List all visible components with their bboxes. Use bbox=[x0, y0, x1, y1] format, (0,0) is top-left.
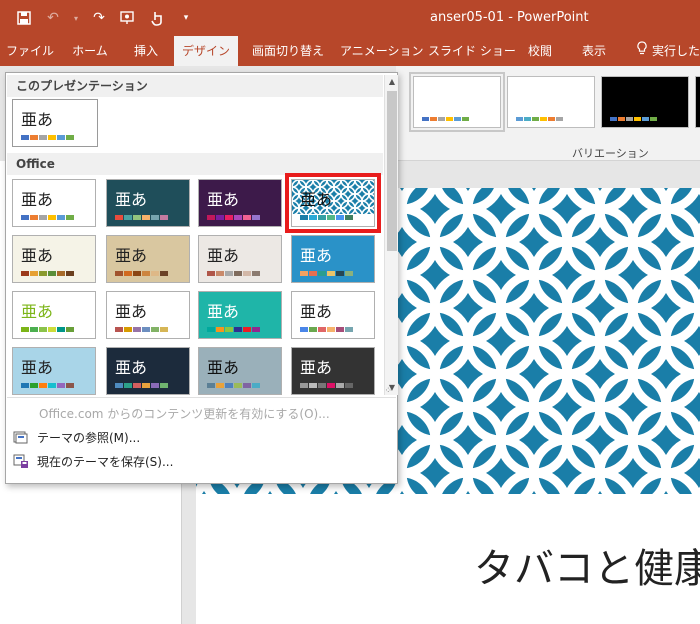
theme-dark-teal[interactable]: 亜あ bbox=[106, 179, 190, 227]
theme-circles-blue[interactable]: 亜あ bbox=[285, 173, 381, 233]
variations-group-label: バリエーション bbox=[572, 147, 649, 160]
theme-ion-blue[interactable]: 亜あ bbox=[291, 235, 375, 283]
browse-themes-item[interactable]: テーマの参照(M)... bbox=[13, 426, 140, 448]
theme-sample-text: 亜あ bbox=[115, 246, 148, 265]
ribbon-body: バリエーション bbox=[396, 66, 700, 161]
theme-sample-text: 亜あ bbox=[21, 358, 54, 377]
variation-thumb-1[interactable] bbox=[409, 72, 505, 132]
theme-slice[interactable]: 亜あ bbox=[291, 291, 375, 339]
quick-access-toolbar: ↶ ▾ ↷ ▾ bbox=[14, 9, 196, 27]
tab-insert[interactable]: 挿入 bbox=[124, 36, 168, 66]
present-icon[interactable] bbox=[118, 9, 138, 27]
scroll-up-icon[interactable]: ▲ bbox=[385, 75, 399, 89]
theme-purple[interactable]: 亜あ bbox=[198, 179, 282, 227]
theme-paper[interactable]: 亜あ bbox=[198, 235, 282, 283]
save-icon[interactable] bbox=[14, 9, 34, 27]
undo-icon[interactable]: ↶ bbox=[43, 9, 63, 27]
tab-home[interactable]: ホーム bbox=[64, 36, 116, 66]
theme-teal-band[interactable]: 亜あ bbox=[198, 291, 282, 339]
variation-thumb-3[interactable] bbox=[601, 76, 689, 128]
variation-thumb-4[interactable] bbox=[695, 76, 700, 128]
scroll-thumb[interactable] bbox=[387, 91, 397, 251]
theme-current[interactable]: 亜あ bbox=[12, 99, 98, 147]
theme-sample-text: 亜あ bbox=[300, 358, 333, 377]
theme-grey-blue[interactable]: 亜あ bbox=[198, 347, 282, 395]
ribbon-tabs: ファイル ホーム 挿入 デザイン 画面切り替え アニメーション スライド ショー… bbox=[0, 36, 700, 66]
tab-file[interactable]: ファイル bbox=[2, 36, 58, 66]
theme-sample-text: 亜あ bbox=[207, 190, 240, 209]
theme-sample-text: 亜あ bbox=[21, 246, 54, 265]
lightbulb-icon bbox=[636, 36, 648, 66]
save-theme-label: 現在のテーマを保存(S)... bbox=[37, 454, 174, 469]
theme-integral[interactable]: 亜あ bbox=[106, 291, 190, 339]
tell-me-label: 実行したい bbox=[652, 44, 700, 58]
theme-pattern-blue[interactable]: 亜あ bbox=[12, 347, 96, 395]
browse-folder-icon bbox=[13, 429, 29, 445]
section-office: Office bbox=[7, 153, 383, 175]
theme-sample-text: 亜あ bbox=[21, 190, 54, 209]
window-title: anser05-01 - PowerPoint bbox=[430, 10, 589, 25]
section-this-presentation: このプレゼンテーション bbox=[7, 75, 383, 97]
theme-sample-text: 亜あ bbox=[21, 110, 54, 129]
variation-thumb-2[interactable] bbox=[507, 76, 595, 128]
theme-facet-green[interactable]: 亜あ bbox=[12, 235, 96, 283]
touch-mode-icon[interactable] bbox=[147, 9, 167, 27]
tab-view[interactable]: 表示 bbox=[574, 36, 614, 66]
resize-grip-icon[interactable]: ⁘ bbox=[384, 386, 392, 396]
theme-sample-text: 亜あ bbox=[115, 358, 148, 377]
redo-icon[interactable]: ↷ bbox=[89, 9, 109, 27]
theme-sample-text: 亜あ bbox=[207, 358, 240, 377]
theme-dark-grey[interactable]: 亜あ bbox=[291, 347, 375, 395]
slide-title[interactable]: タバコと健康 bbox=[474, 536, 700, 594]
theme-sample-text: 亜あ bbox=[300, 190, 333, 209]
tab-animations[interactable]: アニメーション bbox=[340, 36, 424, 66]
save-theme-icon bbox=[13, 453, 29, 469]
undo-dropdown-icon[interactable]: ▾ bbox=[72, 9, 80, 27]
gallery-scrollbar[interactable]: ▲ ▼ bbox=[384, 75, 398, 395]
customize-icon[interactable]: ▾ bbox=[176, 9, 196, 27]
gallery-footer: Office.com からのコンテンツ更新を有効にする(O)... テーマの参照… bbox=[7, 386, 396, 469]
theme-sample-text: 亜あ bbox=[115, 190, 148, 209]
theme-sample-text: 亜あ bbox=[21, 302, 54, 321]
theme-office[interactable]: 亜あ bbox=[12, 179, 96, 227]
tab-slideshow[interactable]: スライド ショー bbox=[428, 36, 516, 66]
theme-sample-text: 亜あ bbox=[115, 302, 148, 321]
theme-sample-text: 亜あ bbox=[300, 246, 333, 265]
theme-facet-lime[interactable]: 亜あ bbox=[12, 291, 96, 339]
theme-wood[interactable]: 亜あ bbox=[106, 235, 190, 283]
theme-sample-text: 亜あ bbox=[207, 302, 240, 321]
tab-transitions[interactable]: 画面切り替え bbox=[246, 36, 330, 66]
browse-themes-label: テーマの参照(M)... bbox=[37, 430, 141, 445]
theme-sample-text: 亜あ bbox=[300, 302, 333, 321]
tell-me-box[interactable]: 実行したい bbox=[636, 36, 700, 66]
theme-sample-text: 亜あ bbox=[207, 246, 240, 265]
theme-gallery-dropdown: このプレゼンテーション 亜あ Office 亜あ 亜あ 亜あ 亜あ 亜あ 亜あ bbox=[5, 72, 398, 484]
enable-updates-item: Office.com からのコンテンツ更新を有効にする(O)... bbox=[39, 406, 330, 421]
theme-dark-navy[interactable]: 亜あ bbox=[106, 347, 190, 395]
save-theme-item[interactable]: 現在のテーマを保存(S)... bbox=[13, 450, 173, 472]
tab-design[interactable]: デザイン bbox=[174, 36, 238, 66]
tab-review[interactable]: 校閲 bbox=[520, 36, 560, 66]
title-bar: ↶ ▾ ↷ ▾ anser05-01 - PowerPoint bbox=[0, 0, 700, 36]
